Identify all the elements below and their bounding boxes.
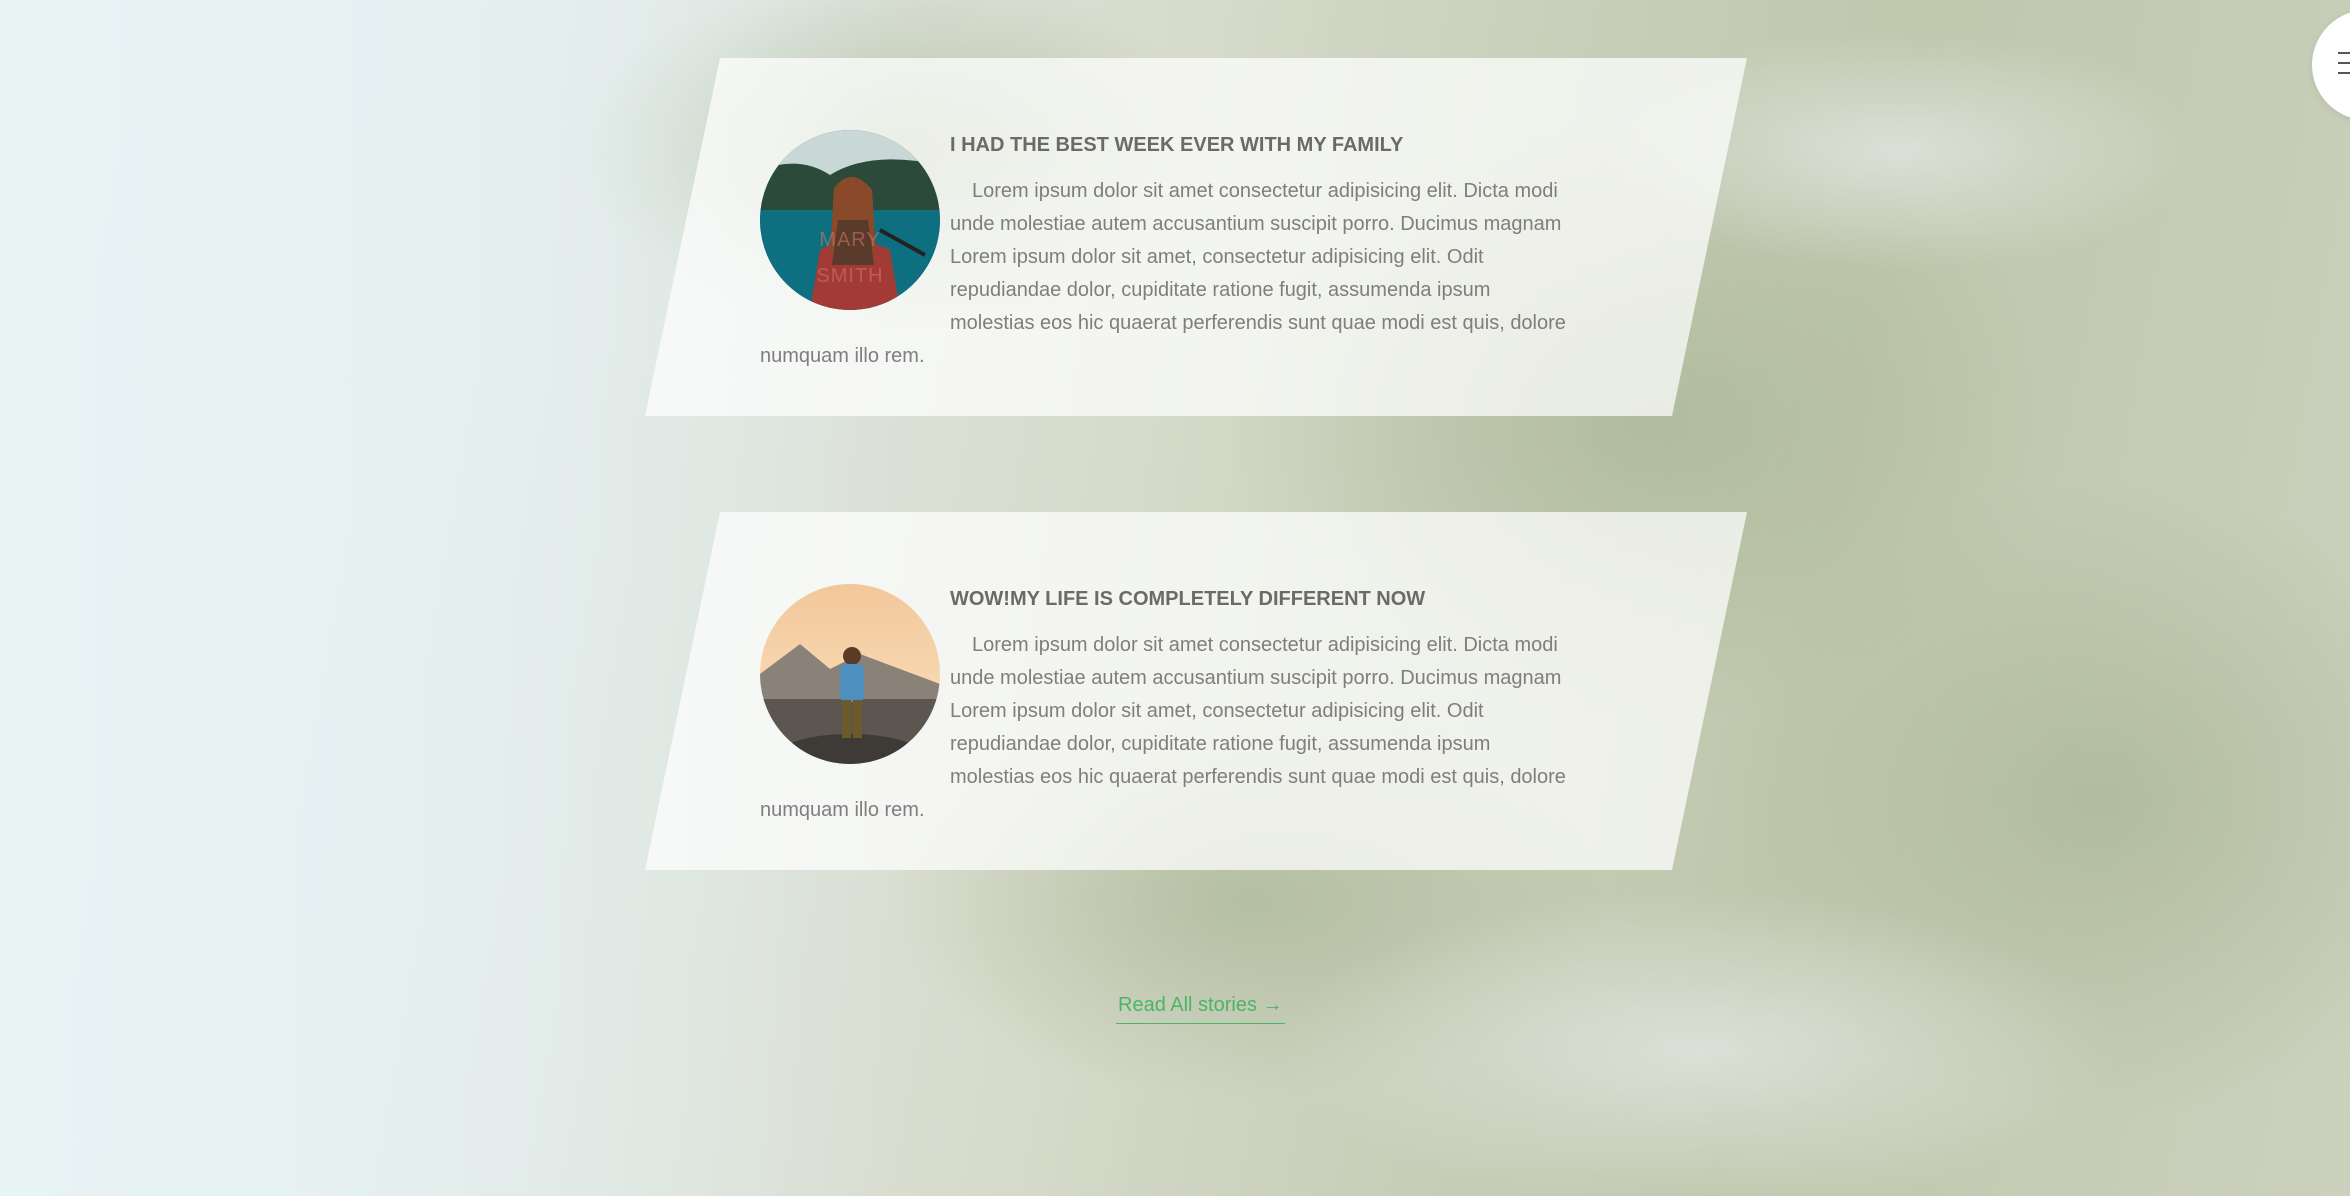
avatar-caption: MARY SMITH bbox=[816, 229, 884, 287]
read-all-stories-link[interactable]: Read All stories → bbox=[1116, 994, 1285, 1024]
hamburger-icon bbox=[2338, 52, 2350, 82]
avatar: MARY SMITH bbox=[760, 130, 940, 310]
avatar-photo-man-mountain bbox=[760, 584, 940, 764]
testimonial-card: MARY SMITH I HAD THE BEST WEEK EVER WITH… bbox=[645, 58, 1747, 416]
testimonial-card: WOW!MY LIFE IS COMPLETELY DIFFERENT NOW … bbox=[645, 512, 1747, 870]
avatar bbox=[760, 584, 940, 764]
